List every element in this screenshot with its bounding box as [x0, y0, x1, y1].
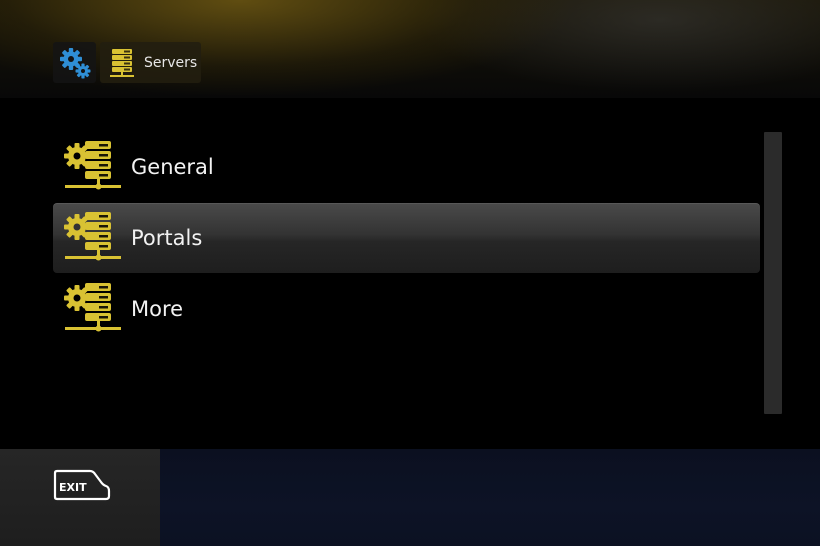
- menu-item-label: General: [131, 155, 214, 179]
- menu-item-general[interactable]: General: [53, 132, 760, 202]
- breadcrumb-settings[interactable]: [53, 42, 96, 83]
- menu-item-label: Portals: [131, 226, 203, 250]
- footer-right-panel: [160, 449, 820, 546]
- server-stack-icon: [110, 48, 134, 77]
- breadcrumb: Servers: [53, 42, 201, 83]
- screen: Servers General Portals More EXIT: [0, 0, 820, 546]
- exit-button[interactable]: EXIT: [52, 469, 112, 501]
- server-gear-icon: [63, 281, 123, 337]
- menu-list: General Portals More: [53, 132, 760, 345]
- menu-item-portals[interactable]: Portals: [53, 203, 760, 273]
- server-gear-icon: [63, 210, 123, 266]
- breadcrumb-servers[interactable]: Servers: [100, 42, 201, 83]
- gears-icon: [59, 47, 90, 78]
- menu-item-more[interactable]: More: [53, 274, 760, 344]
- menu-item-label: More: [131, 297, 184, 321]
- server-gear-icon: [63, 139, 123, 195]
- exit-label: EXIT: [59, 481, 87, 494]
- scrollbar[interactable]: [764, 132, 782, 414]
- breadcrumb-label: Servers: [144, 54, 198, 71]
